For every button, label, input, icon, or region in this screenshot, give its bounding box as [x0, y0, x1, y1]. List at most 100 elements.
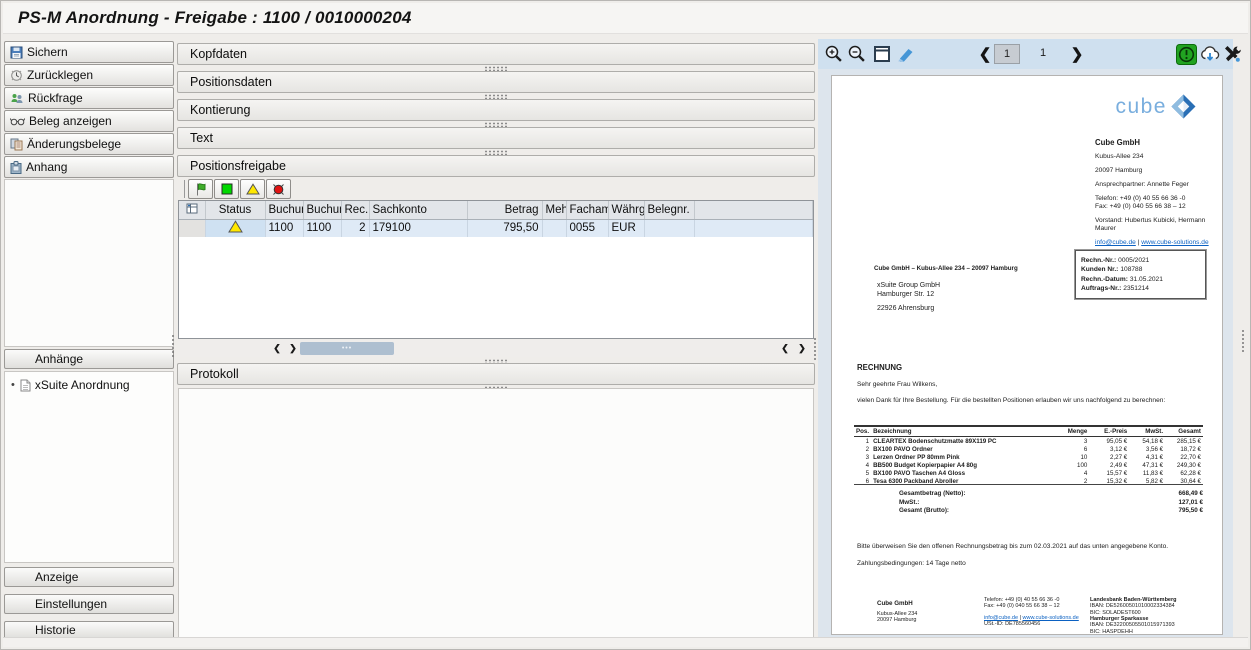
row-status-cell[interactable] — [205, 219, 265, 237]
vendor-block: Cube GmbH Kubus-Allee 234 20097 Hamburg … — [1095, 138, 1219, 253]
col-sachkonto[interactable]: Sachkonto — [369, 201, 467, 219]
section-positionsdaten[interactable]: Positionsdaten — [177, 71, 815, 93]
section-kontierung[interactable]: Kontierung — [177, 99, 815, 121]
row-buchun-2[interactable]: 1100 — [303, 219, 341, 237]
scrollbar-thumb[interactable]: ••• — [300, 342, 394, 355]
page-total-label: 1 — [1040, 47, 1046, 59]
chevron-left-icon: ❮ — [979, 45, 992, 63]
invoice-heading: RECHNUNG — [857, 363, 902, 372]
anzeige-header[interactable]: Anzeige — [4, 567, 174, 587]
next-page-button[interactable]: ❯ — [1066, 43, 1088, 65]
aenderungsbelege-label: Änderungsbelege — [27, 137, 121, 151]
toolbar-divider — [184, 180, 185, 198]
select-all-header[interactable] — [179, 201, 205, 219]
row-betrag[interactable]: 795,50 — [467, 219, 542, 237]
salutation: Sehr geehrte Frau Wilkens, — [857, 381, 937, 388]
einstellungen-header[interactable]: Einstellungen — [4, 594, 174, 614]
release-flag-button[interactable] — [188, 179, 213, 199]
viewer-resize-handle[interactable] — [1241, 329, 1246, 353]
section-text[interactable]: Text — [177, 127, 815, 149]
vendor-board: Vorstand: Hubertus Kubicki, Hermann Maur… — [1095, 217, 1219, 233]
scroll-left-button[interactable]: ❮ — [270, 342, 284, 355]
beleg-anzeigen-button[interactable]: Beleg anzeigen — [4, 110, 174, 132]
row-selector-cell[interactable] — [179, 219, 205, 237]
row-belegnr[interactable] — [644, 219, 694, 237]
positions-table: Status Buchun.. Buchun.. Rec.. Sachkonto… — [178, 200, 814, 339]
payment-terms: Zahlungsbedingungen: 14 Tage netto — [857, 560, 966, 567]
validation-status-button[interactable] — [1175, 43, 1197, 65]
sidebar-resize-handle[interactable] — [171, 334, 176, 358]
footer-links: info@cube.de | www.cube-solutions.de — [984, 615, 1079, 621]
sidebar: Sichern Zurücklegen Rückfrage Beleg anze… — [4, 41, 174, 639]
col-belegnr[interactable]: Belegnr. — [644, 201, 694, 219]
table-row[interactable]: 1100 1100 2 179100 795,50 0055 EUR — [179, 219, 813, 237]
row-buchun-1[interactable]: 1100 — [265, 219, 303, 237]
download-button[interactable] — [1199, 43, 1221, 65]
cloud-download-icon — [1199, 45, 1221, 64]
consult-people-icon — [10, 92, 24, 105]
col-buchun-1[interactable]: Buchun.. — [265, 201, 303, 219]
tools-button[interactable] — [1221, 43, 1243, 65]
bank-2-bic: BIC: HASPDEHH — [1090, 629, 1212, 635]
page-number-input[interactable]: 1 — [994, 44, 1020, 64]
release-red-button[interactable] — [266, 179, 291, 199]
table-selector-icon — [186, 203, 198, 214]
col-waehrg[interactable]: Währg — [608, 201, 644, 219]
scroll-left-button-2[interactable]: ❮ — [778, 342, 792, 355]
vendor-street: Kubus-Allee 234 — [1095, 153, 1219, 161]
vendor-web-link[interactable]: www.cube-solutions.de — [1141, 239, 1208, 246]
vendor-email-link[interactable]: info@cube.de — [1095, 239, 1136, 246]
row-sachkonto[interactable]: 179100 — [369, 219, 467, 237]
col-buchun-2[interactable]: Buchun.. — [303, 201, 341, 219]
save-icon — [10, 46, 23, 59]
row-fachamt[interactable]: 0055 — [566, 219, 608, 237]
yellow-triangle-icon — [246, 183, 260, 195]
anhaenge-header[interactable]: Anhänge — [4, 349, 174, 369]
highlighter-button[interactable] — [895, 43, 917, 65]
scroll-right-button[interactable]: ❯ — [286, 342, 300, 355]
tools-icon — [1222, 44, 1242, 64]
footer-email-link[interactable]: info@cube.de — [984, 615, 1018, 621]
footer-web-link[interactable]: www.cube-solutions.de — [1023, 615, 1079, 621]
col-betrag[interactable]: Betrag — [467, 201, 542, 219]
recipient-name: xSuite Group GmbH — [877, 281, 940, 290]
col-status[interactable]: Status — [205, 201, 265, 219]
prev-page-button[interactable]: ❮ — [974, 43, 996, 65]
anhaenge-label: Anhänge — [35, 352, 83, 366]
sender-line: Cube GmbH – Kubus-Allee 234 – 20097 Hamb… — [874, 265, 1018, 272]
row-rec[interactable]: 2 — [341, 219, 369, 237]
release-green-button[interactable] — [214, 179, 239, 199]
fit-page-button[interactable] — [871, 43, 893, 65]
row-waehrg[interactable]: EUR — [608, 219, 644, 237]
section-kopfdaten[interactable]: Kopfdaten — [177, 43, 815, 65]
rueckfrage-label: Rückfrage — [28, 91, 83, 105]
section-positionsfreigabe[interactable]: Positionsfreigabe — [177, 155, 815, 177]
validation-ok-icon — [1176, 44, 1197, 65]
aenderungsbelege-button[interactable]: Änderungsbelege — [4, 133, 174, 155]
link-separator: | — [1138, 239, 1140, 246]
item-row: 4BB500 Budget Kopierpapier A4 80g1002,49… — [854, 461, 1203, 469]
anhang-button[interactable]: Anhang — [4, 156, 174, 178]
pdf-viewer: ❮ 1 1 ❯ cube — [818, 39, 1233, 639]
col-meh[interactable]: Meh.. — [542, 201, 566, 219]
zoom-out-button[interactable] — [846, 43, 868, 65]
col-fachamt[interactable]: Fachamt — [566, 201, 608, 219]
section-protokoll[interactable]: Protokoll — [177, 363, 815, 385]
recipient-city: 22926 Ahrensburg — [877, 304, 940, 313]
scroll-right-button-2[interactable]: ❯ — [795, 342, 809, 355]
table-header-row: Status Buchun.. Buchun.. Rec.. Sachkonto… — [179, 201, 813, 219]
release-yellow-button[interactable] — [240, 179, 265, 199]
attachment-item-xsuite-anordnung[interactable]: • xSuite Anordnung — [9, 378, 169, 392]
zuruecklegen-button[interactable]: Zurücklegen — [4, 64, 174, 86]
vendor-phone-fax: Telefon: +49 (0) 40 55 66 36 -0 Fax: +49… — [1095, 195, 1219, 211]
row-meh[interactable] — [542, 219, 566, 237]
totals-block: Gesamtbetrag (Netto):668,49 € MwSt.:127,… — [854, 490, 1203, 516]
zoom-in-button[interactable] — [823, 43, 845, 65]
zuruecklegen-label: Zurücklegen — [27, 68, 93, 82]
col-rec[interactable]: Rec.. — [341, 201, 369, 219]
section-kopfdaten-label: Kopfdaten — [190, 47, 247, 61]
rueckfrage-button[interactable]: Rückfrage — [4, 87, 174, 109]
footer-contact: Telefon: +49 (0) 40 55 66 36 -0 Fax: +49… — [984, 597, 1079, 627]
chevron-right-icon: ❯ — [1071, 45, 1084, 63]
sichern-button[interactable]: Sichern — [4, 41, 174, 63]
